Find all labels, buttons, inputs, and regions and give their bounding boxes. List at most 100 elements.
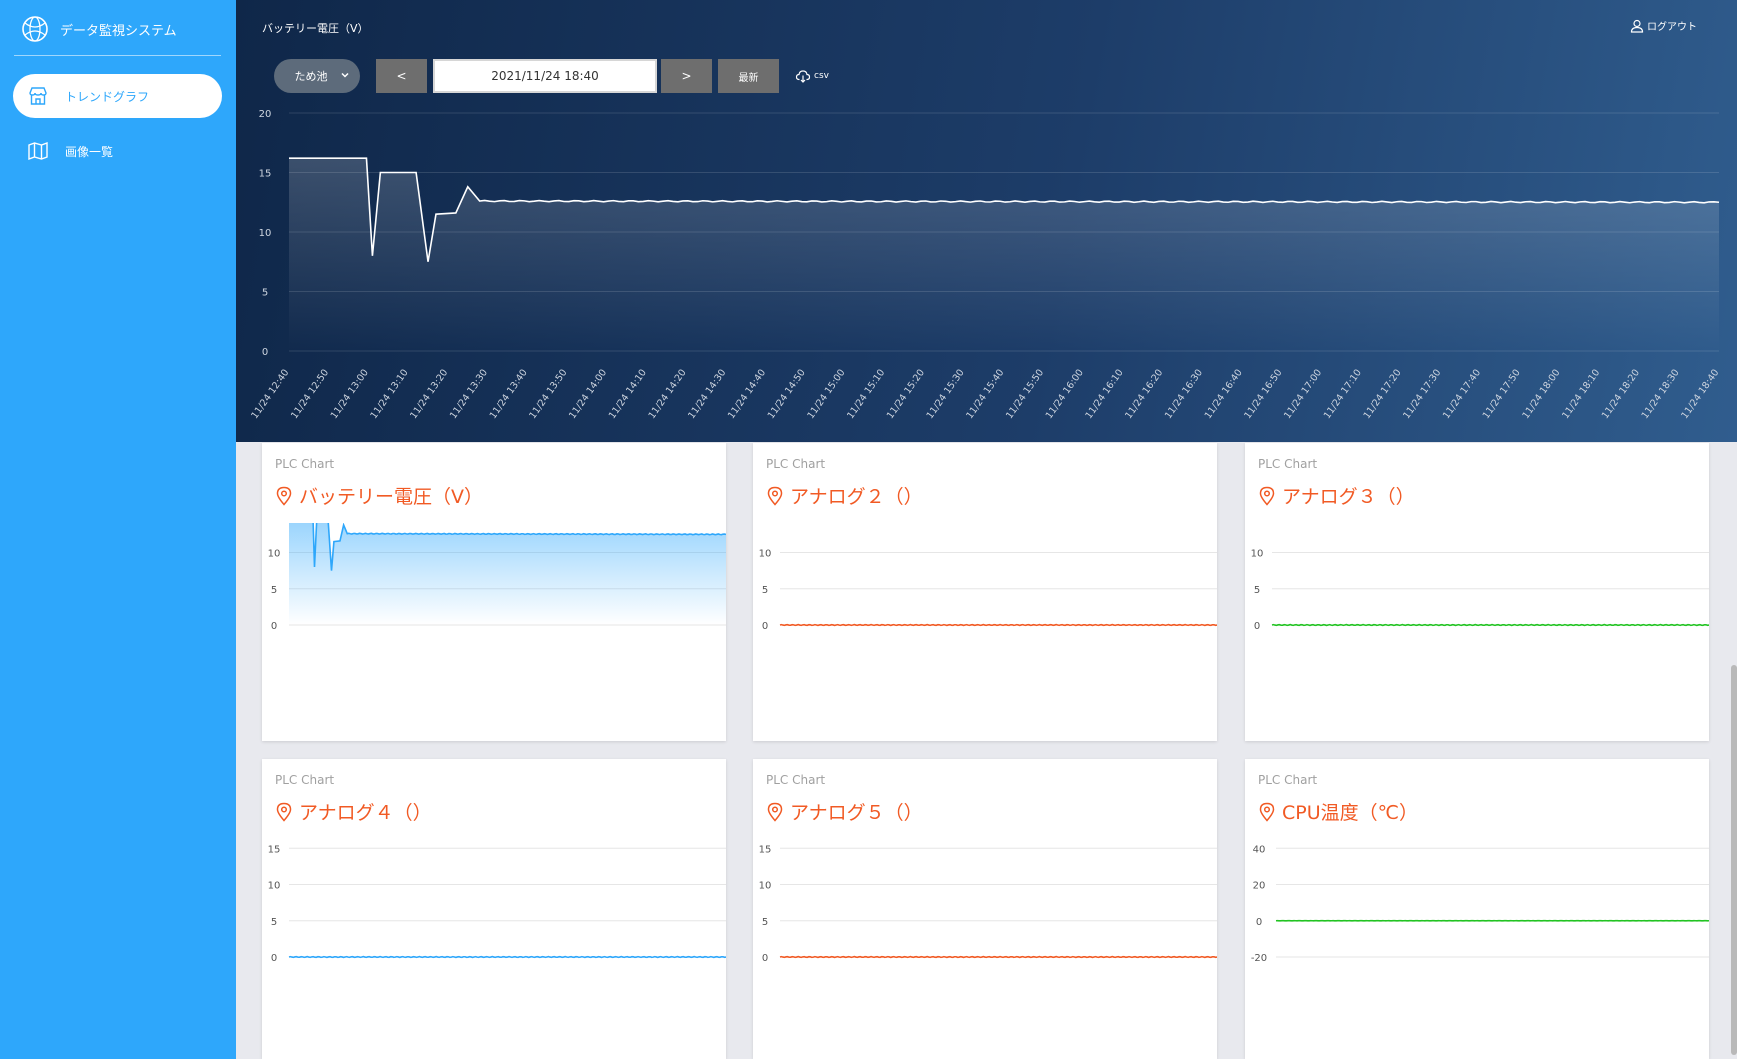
x-tick-label: 11/24 18:10 [1560, 367, 1602, 421]
y-tick-label: 0 [762, 621, 768, 632]
sidebar-item-image-list[interactable]: 画像一覧 [13, 129, 222, 173]
x-tick-label: 11/24 12:50 [289, 367, 331, 421]
card-title-text: バッテリー電圧（V） [299, 486, 483, 508]
scrollbar[interactable] [1731, 665, 1737, 1055]
y-tick-label: 5 [271, 585, 277, 596]
site-select-value: ため池 [294, 70, 328, 83]
sidebar-item-trend-graph[interactable]: トレンドグラフ [13, 74, 222, 118]
y-tick-label: 0 [271, 621, 277, 632]
sidebar-divider [14, 55, 221, 56]
x-tick-label: 11/24 18:30 [1640, 367, 1682, 421]
plc-card-battery: PLC Chart バッテリー電圧（V） 05101520 [262, 443, 726, 741]
y-tick-label: 0 [262, 347, 268, 358]
x-tick-label: 11/24 13:10 [368, 367, 410, 421]
x-tick-label: 11/24 17:40 [1441, 367, 1483, 421]
card-title: CPU温度（℃） [1258, 798, 1418, 825]
x-tick-label: 11/24 18:40 [1679, 367, 1721, 421]
card-subtitle: PLC Chart [766, 457, 826, 471]
card-title-text: アナログ２（） [790, 486, 923, 508]
card-title: アナログ２（） [766, 482, 923, 509]
next-button[interactable]: > [661, 59, 712, 93]
x-tick-label: 11/24 17:30 [1401, 367, 1443, 421]
page-title: バッテリー電圧（V） [262, 22, 369, 35]
csv-download-button[interactable]: csv [795, 68, 829, 84]
y-tick-label: 5 [762, 917, 768, 928]
plc-card-analog2: PLC Chart アナログ２（） 05101520 [753, 443, 1217, 741]
latest-button[interactable]: 最新 [718, 59, 779, 93]
x-tick-label: 11/24 15:40 [964, 367, 1006, 421]
x-tick-label: 11/24 12:40 [249, 367, 291, 421]
plc-card-analog3: PLC Chart アナログ３（） 05101520 [1245, 443, 1709, 741]
series-area [289, 158, 1719, 351]
y-tick-label: 15 [268, 844, 281, 855]
y-tick-label: 15 [259, 169, 272, 180]
x-tick-label: 11/24 14:10 [607, 367, 649, 421]
x-tick-label: 11/24 18:20 [1600, 367, 1642, 421]
y-tick-label: 10 [759, 881, 772, 892]
card-title: アナログ３（） [1258, 482, 1415, 509]
x-tick-label: 11/24 15:20 [885, 367, 927, 421]
x-tick-label: 11/24 17:10 [1322, 367, 1364, 421]
card-title-text: アナログ４（） [299, 802, 432, 824]
sidebar: データ監視システム トレンドグラフ 画像一覧 [0, 0, 236, 1059]
cpu-chart: -200204060 [1251, 844, 1709, 964]
sidebar-item-label: トレンドグラフ [65, 89, 150, 104]
csv-label: csv [814, 71, 829, 81]
card-subtitle: PLC Chart [1258, 457, 1318, 471]
y-tick-label: 10 [1251, 549, 1264, 560]
x-tick-label: 11/24 16:30 [1163, 367, 1205, 421]
y-tick-label: 15 [759, 844, 772, 855]
x-tick-label: 11/24 13:30 [448, 367, 490, 421]
card-title-text: アナログ３（） [1282, 486, 1415, 508]
globe-logo-icon [22, 16, 48, 42]
site-select[interactable]: ため池 [274, 59, 360, 93]
analog2-chart: 05101520 [759, 523, 1217, 632]
x-tick-label: 11/24 14:20 [647, 367, 689, 421]
series-line [1271, 623, 1709, 627]
x-tick-label: 11/24 18:00 [1520, 367, 1562, 421]
y-tick-label: 0 [762, 953, 768, 964]
date-input[interactable] [433, 59, 657, 93]
card-title: アナログ４（） [275, 798, 432, 825]
x-tick-label: 11/24 15:30 [925, 367, 967, 421]
toolbar: ため池 < > 最新 csv [274, 59, 829, 93]
battery-chart: 05101520 [268, 523, 726, 632]
y-tick-label: 5 [1254, 585, 1260, 596]
chevron-down-icon [341, 72, 349, 78]
cloud-download-icon [795, 70, 811, 83]
main-trend-chart: 0 5 10 15 20 11/24 12:4011/24 12:5011/24 13:0… [249, 109, 1721, 421]
sidebar-item-label: 画像一覧 [65, 144, 114, 159]
y-tick-label: 5 [271, 917, 277, 928]
x-tick-label: 11/24 13:40 [488, 367, 530, 421]
y-tick-label: 20 [1253, 881, 1266, 892]
card-subtitle: PLC Chart [275, 773, 335, 787]
x-tick-label: 11/24 14:40 [726, 367, 768, 421]
logout-button[interactable]: ログアウト [1630, 18, 1697, 33]
store-icon [29, 87, 47, 105]
x-tick-label: 11/24 15:10 [845, 367, 887, 421]
y-tick-label: 10 [268, 549, 281, 560]
card-title: バッテリー電圧（V） [275, 482, 483, 509]
series-line [288, 955, 726, 959]
app-title: データ監視システム [60, 23, 177, 39]
x-tick-label: 11/24 17:20 [1362, 367, 1404, 421]
x-tick-label: 11/24 16:50 [1242, 367, 1284, 421]
plc-card-analog4: PLC Chart アナログ４（） 05101520 [262, 759, 726, 1059]
prev-button[interactable]: < [376, 59, 427, 93]
x-tick-label: 11/24 17:00 [1282, 367, 1324, 421]
card-subtitle: PLC Chart [766, 773, 826, 787]
y-tick-label: 0 [1256, 917, 1262, 928]
map-pin-icon [276, 486, 292, 506]
x-tick-label: 11/24 16:10 [1083, 367, 1125, 421]
x-tick-label: 11/24 14:50 [766, 367, 808, 421]
card-subtitle: PLC Chart [1258, 773, 1318, 787]
x-tick-label: 11/24 14:00 [567, 367, 609, 421]
analog4-chart: 05101520 [268, 844, 726, 964]
map-pin-icon [276, 802, 292, 822]
x-tick-label: 11/24 15:50 [1004, 367, 1046, 421]
x-tick-label: 11/24 15:00 [805, 367, 847, 421]
map-icon [28, 142, 48, 160]
y-tick-label: 0 [1254, 621, 1260, 632]
x-tick-label: 11/24 16:40 [1203, 367, 1245, 421]
brand[interactable]: データ監視システム [20, 12, 177, 46]
